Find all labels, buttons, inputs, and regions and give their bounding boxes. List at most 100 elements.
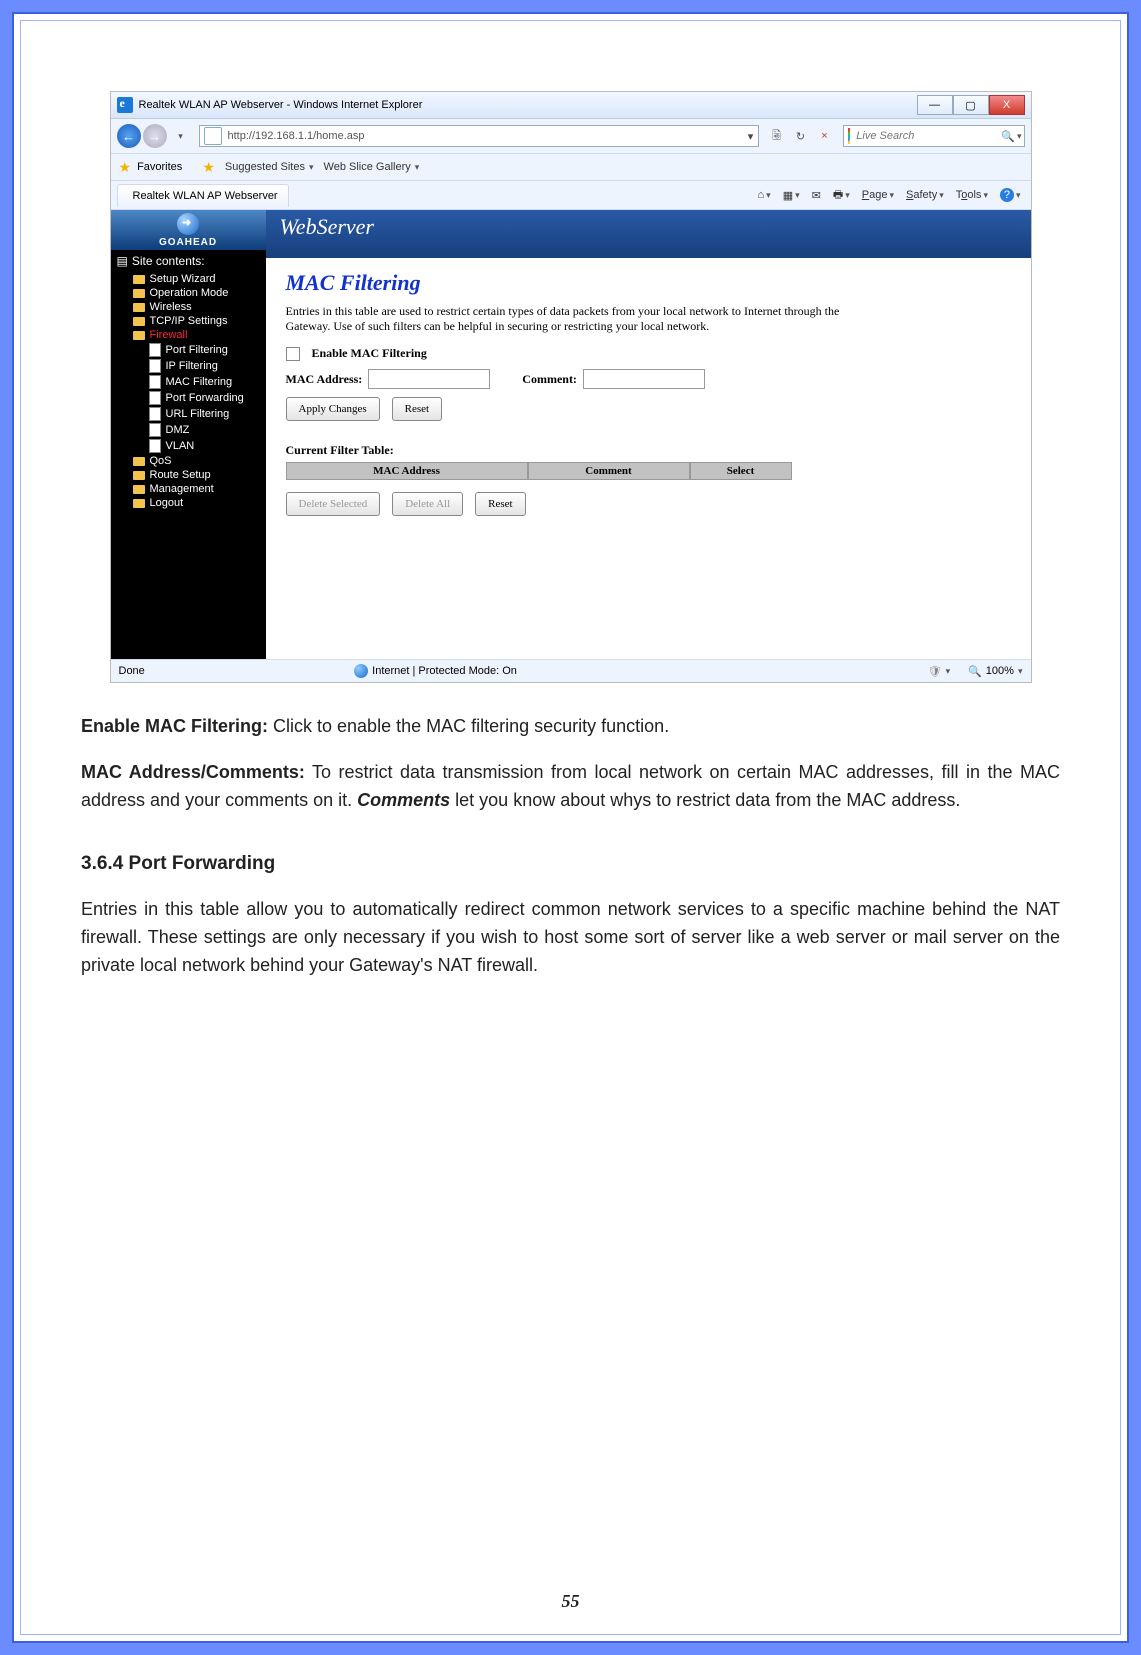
sidebar-item-logout[interactable]: Logout	[111, 496, 266, 510]
nav-bar: ← → ▾ ▾ 🗟 ↻ × 🔍 ▾	[111, 119, 1031, 154]
favorites-star-icon[interactable]: ★	[119, 159, 132, 176]
protected-mode-icon[interactable]: 🛡	[928, 665, 942, 678]
mac-address-label: MAC Address:	[286, 372, 363, 387]
address-bar[interactable]: ▾	[199, 125, 759, 147]
sidebar-item-label: Firewall	[150, 329, 188, 341]
doc-paragraph: Entries in this table allow you to autom…	[81, 896, 1060, 980]
page-number: 55	[21, 1591, 1120, 1612]
reset-button[interactable]: Reset	[392, 397, 442, 421]
page-menu[interactable]: Page▾	[858, 189, 898, 201]
document-body: Enable MAC Filtering: Click to enable th…	[81, 713, 1060, 980]
filter-table-header: MAC Address Comment Select	[286, 462, 1011, 480]
brand-label: GOAHEAD	[159, 237, 217, 248]
sidebar-item-label: IP Filtering	[166, 360, 218, 372]
search-input[interactable]	[854, 129, 1001, 143]
sidebar-item-setup-wizard[interactable]: Setup Wizard	[111, 272, 266, 286]
window-title: Realtek WLAN AP Webserver - Windows Inte…	[139, 99, 423, 111]
doc-emphasis: Comments	[357, 790, 450, 810]
sidebar-item-label: QoS	[150, 455, 172, 467]
minimize-button[interactable]: —	[917, 95, 953, 115]
folder-icon	[133, 457, 145, 466]
browser-tab[interactable]: Realtek WLAN AP Webserver	[117, 184, 289, 207]
doc-heading: 3.6.4 Port Forwarding	[81, 849, 1060, 878]
sidebar-item-mac-filtering[interactable]: MAC Filtering	[111, 374, 266, 390]
maximize-button[interactable]: ▢	[953, 95, 989, 115]
sidebar-item-firewall[interactable]: Firewall	[111, 328, 266, 342]
sidebar-item-url-filtering[interactable]: URL Filtering	[111, 406, 266, 422]
search-dropdown[interactable]: ▾	[1017, 126, 1022, 146]
doc-paragraph: Enable MAC Filtering: Click to enable th…	[81, 713, 1060, 741]
command-bar: ⌂▾ ▦▾ ✉ 🖶▾ Page▾ Safety▾ Tools▾ ?▾	[754, 186, 1025, 205]
tree-icon: ▤	[117, 254, 128, 268]
apply-changes-button[interactable]: Apply Changes	[286, 397, 380, 421]
mail-icon[interactable]: ✉	[808, 189, 825, 202]
print-icon[interactable]: 🖶▾	[829, 186, 854, 205]
feeds-icon[interactable]: ▦▾	[779, 189, 804, 202]
enable-mac-checkbox[interactable]	[286, 347, 300, 361]
sidebar-item-qos[interactable]: QoS	[111, 454, 266, 468]
reset-table-button[interactable]: Reset	[475, 492, 525, 516]
compat-view-icon[interactable]: 🗟	[767, 126, 787, 146]
browser-window: Realtek WLAN AP Webserver - Windows Inte…	[110, 91, 1032, 683]
sidebar: GOAHEAD ▤ Site contents: Setup Wizard Op…	[111, 210, 266, 664]
folder-icon	[133, 303, 145, 312]
sidebar-item-dmz[interactable]: DMZ	[111, 422, 266, 438]
doc-text: Click to enable the MAC filtering securi…	[268, 716, 669, 736]
page-intro: Entries in this table are used to restri…	[286, 304, 846, 334]
safety-menu[interactable]: Safety▾	[902, 189, 948, 201]
sidebar-item-label: Route Setup	[150, 469, 211, 481]
search-go-icon[interactable]: 🔍	[1001, 130, 1015, 143]
back-button[interactable]: ←	[117, 124, 141, 148]
help-icon[interactable]: ?▾	[996, 188, 1025, 202]
status-center: Internet | Protected Mode: On	[372, 665, 517, 677]
favorites-label[interactable]: Favorites	[137, 161, 182, 173]
file-icon	[149, 359, 161, 373]
sidebar-item-port-forwarding[interactable]: Port Forwarding	[111, 390, 266, 406]
history-dropdown[interactable]: ▾	[171, 126, 191, 146]
ie-icon	[117, 97, 133, 113]
delete-all-button[interactable]: Delete All	[392, 492, 463, 516]
url-dropdown[interactable]: ▾	[744, 130, 758, 143]
sidebar-item-wireless[interactable]: Wireless	[111, 300, 266, 314]
sidebar-item-operation-mode[interactable]: Operation Mode	[111, 286, 266, 300]
sidebar-title-label: Site contents:	[132, 254, 205, 268]
zoom-dropdown[interactable]: ▾	[1018, 666, 1023, 677]
zoom-level[interactable]: 100%	[986, 665, 1014, 677]
add-to-favbar-icon[interactable]: ★	[202, 159, 215, 176]
refresh-icon[interactable]: ↻	[791, 126, 811, 146]
web-slice-link[interactable]: Web Slice Gallery ▾	[320, 161, 420, 173]
sidebar-item-label: Setup Wizard	[150, 273, 216, 285]
sidebar-item-management[interactable]: Management	[111, 482, 266, 496]
forward-button[interactable]: →	[143, 124, 167, 148]
home-icon[interactable]: ⌂▾	[754, 189, 775, 201]
zoom-icon[interactable]: 🔍	[968, 665, 982, 678]
tools-menu[interactable]: Tools▾	[952, 189, 992, 201]
folder-icon	[133, 471, 145, 480]
delete-selected-button[interactable]: Delete Selected	[286, 492, 381, 516]
sidebar-item-label: DMZ	[166, 424, 190, 436]
sidebar-title: ▤ Site contents:	[111, 250, 266, 272]
sidebar-item-label: Port Forwarding	[166, 392, 244, 404]
suggested-sites-link[interactable]: Suggested Sites ▾	[221, 161, 314, 173]
close-button[interactable]: X	[989, 95, 1025, 115]
sidebar-item-route-setup[interactable]: Route Setup	[111, 468, 266, 482]
doc-term: MAC Address/Comments:	[81, 762, 305, 782]
sidebar-item-ip-filtering[interactable]: IP Filtering	[111, 358, 266, 374]
mac-address-input[interactable]	[368, 369, 490, 389]
window-titlebar: Realtek WLAN AP Webserver - Windows Inte…	[111, 92, 1031, 119]
url-input[interactable]	[226, 129, 744, 143]
search-box[interactable]: 🔍 ▾	[843, 125, 1025, 147]
comment-input[interactable]	[583, 369, 705, 389]
doc-paragraph: MAC Address/Comments: To restrict data t…	[81, 759, 1060, 815]
main-content: WebServer MAC Filtering Entries in this …	[266, 210, 1031, 664]
stop-icon[interactable]: ×	[815, 126, 835, 146]
globe-icon	[354, 664, 368, 678]
sidebar-item-tcpip[interactable]: TCP/IP Settings	[111, 314, 266, 328]
sidebar-item-label: URL Filtering	[166, 408, 230, 420]
folder-icon	[133, 485, 145, 494]
sidebar-item-port-filtering[interactable]: Port Filtering	[111, 342, 266, 358]
page-heading: MAC Filtering	[286, 270, 1011, 296]
sidebar-item-vlan[interactable]: VLAN	[111, 438, 266, 454]
comment-label: Comment:	[522, 372, 577, 387]
logo-icon	[177, 213, 199, 235]
